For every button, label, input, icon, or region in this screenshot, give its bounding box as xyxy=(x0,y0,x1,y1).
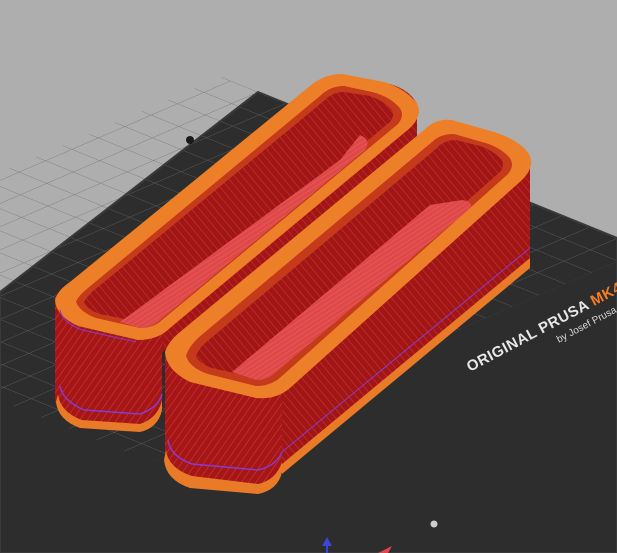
bed-screw-hole xyxy=(186,136,194,144)
bed-screw-hole xyxy=(430,520,438,528)
3d-viewport[interactable]: ORIGINALPRUSAMK4 by Josef Prusa xyxy=(0,0,617,553)
